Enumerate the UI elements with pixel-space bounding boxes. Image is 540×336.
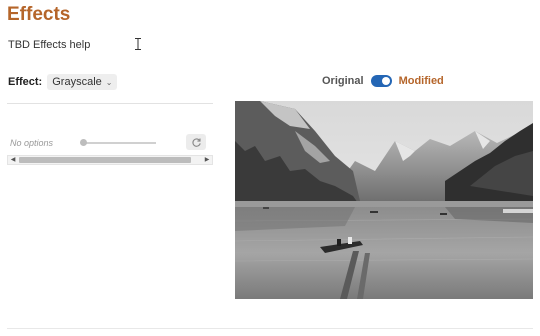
landscape-photo-icon [235,101,533,299]
view-toggle-row: Original Modified [322,75,444,87]
effect-options-row: No options [10,134,210,152]
no-options-text: No options [10,138,54,148]
scroll-left-icon[interactable]: ◀ [8,156,18,164]
original-modified-toggle[interactable] [370,75,392,87]
options-divider [7,103,213,104]
help-text: TBD Effects help [8,39,91,51]
modified-label[interactable]: Modified [399,75,444,87]
page-title: Effects [7,4,71,25]
effect-dropdown[interactable]: Grayscale ⌄ [47,74,118,90]
toggle-knob [381,77,390,85]
effect-selector-row: Effect: Grayscale ⌄ [8,74,118,90]
effect-selected-value: Grayscale [52,76,102,88]
option-slider[interactable] [80,139,156,146]
reset-button[interactable] [186,134,206,150]
scroll-right-icon[interactable]: ▶ [202,156,212,164]
slider-knob[interactable] [80,139,87,146]
bottom-divider [7,328,533,329]
preview-image [235,101,533,299]
original-label[interactable]: Original [322,75,364,87]
refresh-icon [191,137,201,147]
text-cursor-icon [135,38,141,50]
chevron-down-icon: ⌄ [105,77,113,87]
scrollbar-thumb[interactable] [19,157,191,163]
horizontal-scrollbar[interactable]: ◀ ▶ [7,155,213,165]
effect-label: Effect: [8,76,43,88]
effects-page: Effects TBD Effects help Effect: Graysca… [0,0,540,336]
